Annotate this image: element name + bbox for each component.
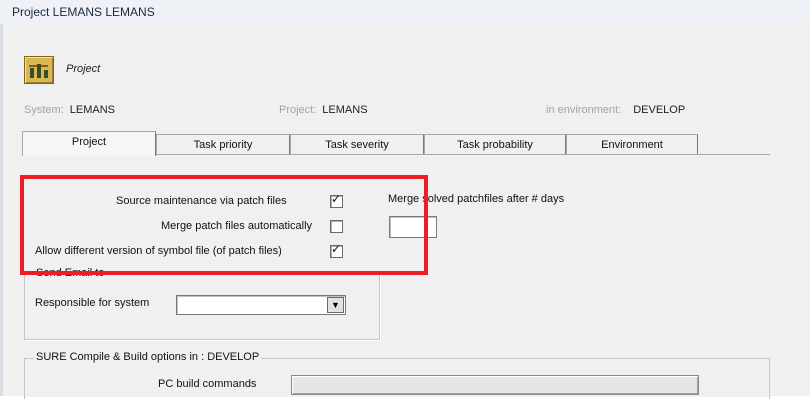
environment-value: DEVELOP	[633, 104, 686, 116]
chevron-down-icon[interactable]: ▼	[327, 297, 344, 313]
tab-task-severity[interactable]: Task severity	[290, 134, 424, 155]
window-title: Project LEMANS LEMANS	[12, 5, 155, 19]
tab-task-probability[interactable]: Task probability	[424, 134, 566, 155]
project-value: LEMANS	[322, 104, 368, 116]
tab-task-priority[interactable]: Task priority	[156, 134, 290, 155]
project-icon	[24, 56, 54, 84]
pc-build-label: PC build commands	[158, 378, 257, 390]
system-label: System:	[24, 104, 64, 116]
responsible-select[interactable]: ▼	[176, 295, 346, 315]
environment-info: in environment: DEVELOP	[546, 104, 685, 116]
system-info: System: LEMANS	[24, 104, 115, 116]
system-value: LEMANS	[69, 104, 115, 116]
pc-build-button[interactable]	[291, 375, 699, 395]
project-label: Project:	[279, 104, 317, 116]
tab-environment[interactable]: Environment	[566, 134, 698, 155]
project-info: Project: LEMANS	[279, 104, 368, 116]
environment-label: in environment:	[546, 104, 622, 116]
highlight-box	[20, 175, 428, 275]
title-bar: Project LEMANS LEMANS	[0, 0, 810, 25]
compile-title: SURE Compile & Build options in : DEVELO…	[34, 351, 262, 363]
tab-project[interactable]: Project	[22, 131, 156, 156]
header-label: Project	[66, 63, 101, 75]
responsible-label: Responsible for system	[35, 297, 150, 309]
